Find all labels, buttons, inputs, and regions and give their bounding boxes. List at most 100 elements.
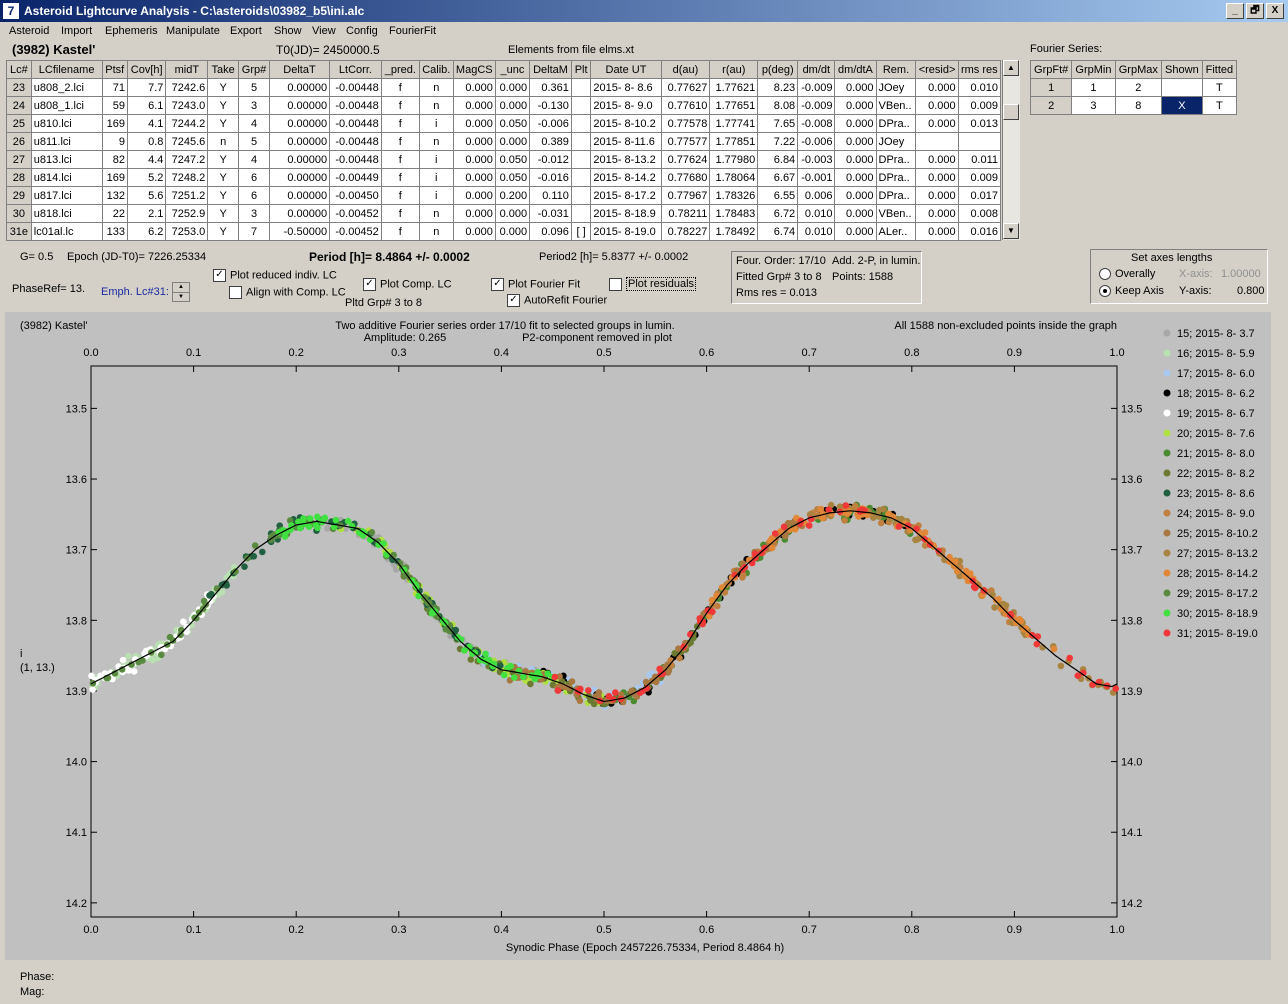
table-cell[interactable]: 4.1	[126, 114, 167, 133]
column-header[interactable]: Grp#	[238, 60, 270, 79]
table-cell[interactable]: f	[380, 186, 420, 205]
column-header[interactable]: Calib.	[418, 60, 454, 79]
table-cell[interactable]: ALer..	[875, 222, 917, 241]
table-cell[interactable]: [ ]	[570, 222, 592, 241]
table-cell[interactable]: 8.08	[757, 96, 799, 115]
table-cell[interactable]: 0.008	[957, 204, 1002, 223]
table-cell[interactable]: 0.009	[957, 96, 1002, 115]
table-cell[interactable]: 7251.2	[165, 186, 209, 205]
keep-axis-radio[interactable]: Keep Axis	[1099, 285, 1164, 298]
table-cell[interactable]: 8.23	[757, 78, 799, 97]
column-header[interactable]: Ptsf	[101, 60, 128, 79]
table-cell[interactable]: 0.00000	[268, 114, 331, 133]
scroll-down-icon[interactable]: ▼	[1003, 223, 1019, 239]
table-cell[interactable]: 5.2	[126, 168, 167, 187]
table-cell[interactable]: 6.84	[757, 150, 799, 169]
plot-fourier-checkbox[interactable]: ✓ Plot Fourier Fit	[491, 278, 580, 291]
table-cell[interactable]: n	[418, 96, 454, 115]
table-cell[interactable]: 6.72	[757, 204, 799, 223]
table-cell[interactable]: 59	[101, 96, 128, 115]
table-cell[interactable]	[570, 204, 592, 223]
table-cell[interactable]: -0.012	[529, 150, 572, 169]
fourier-row-header[interactable]: 2	[1029, 96, 1073, 115]
menu-show[interactable]: Show	[274, 25, 302, 37]
table-cell[interactable]: 0.000	[834, 222, 877, 241]
table-cell[interactable]: 7247.2	[165, 150, 209, 169]
table-cell[interactable]: Y	[207, 222, 240, 241]
table-cell[interactable]: u817.lci	[30, 186, 103, 205]
fourier-cell[interactable]: T	[1201, 96, 1238, 115]
table-cell[interactable]: Y	[207, 150, 240, 169]
table-scrollbar[interactable]: ▲ ▼	[1002, 60, 1020, 240]
row-header[interactable]: 28	[6, 168, 32, 187]
table-cell[interactable]: 2.1	[126, 204, 167, 223]
column-header[interactable]: DeltaT	[268, 60, 331, 79]
table-cell[interactable]: 7252.9	[165, 204, 209, 223]
table-cell[interactable]: 0.000	[834, 96, 877, 115]
table-cell[interactable]: 0.000	[452, 186, 496, 205]
fourier-column-header[interactable]: GrpFt#	[1029, 60, 1073, 79]
table-cell[interactable]: 0.200	[494, 186, 531, 205]
table-cell[interactable]: u808_2.lci	[30, 78, 103, 97]
column-header[interactable]: MagCS	[452, 60, 496, 79]
column-header[interactable]: LCfilename	[30, 60, 103, 79]
table-cell[interactable]: 6.1	[126, 96, 167, 115]
plot-comp-checkbox[interactable]: ✓ Plot Comp. LC	[363, 278, 452, 291]
table-cell[interactable]: 4.4	[126, 150, 167, 169]
column-header[interactable]: Lc#	[6, 60, 32, 79]
table-cell[interactable]: 0.010	[797, 222, 836, 241]
column-header[interactable]: LtCorr.	[329, 60, 382, 79]
spin-up-icon[interactable]: ▲	[173, 283, 189, 293]
table-cell[interactable]: 4	[238, 114, 270, 133]
table-cell[interactable]: 0.000	[494, 96, 531, 115]
table-cell[interactable]: 9	[101, 132, 128, 151]
table-cell[interactable]: 0.013	[957, 114, 1002, 133]
table-cell[interactable]: 0.00000	[268, 132, 331, 151]
restore-button[interactable]: 🗗	[1246, 3, 1264, 19]
column-header[interactable]: _pred.	[380, 60, 420, 79]
table-cell[interactable]: 2015- 8-11.6	[590, 132, 662, 151]
table-cell[interactable]: 5	[238, 132, 270, 151]
table-cell[interactable]: -0.00448	[329, 132, 382, 151]
table-cell[interactable]: 1.78326	[709, 186, 759, 205]
table-cell[interactable]: 0.000	[494, 222, 531, 241]
table-cell[interactable]: u813.lci	[30, 150, 103, 169]
table-cell[interactable]: VBen..	[875, 204, 917, 223]
table-cell[interactable]: 0.000	[834, 168, 877, 187]
table-cell[interactable]: 2015- 8- 9.0	[590, 96, 662, 115]
table-cell[interactable]: 6.74	[757, 222, 799, 241]
table-cell[interactable]	[570, 168, 592, 187]
table-cell[interactable]: f	[380, 150, 420, 169]
scroll-up-icon[interactable]: ▲	[1003, 60, 1019, 76]
table-cell[interactable]: 7.7	[126, 78, 167, 97]
table-cell[interactable]: 0.000	[915, 96, 959, 115]
table-cell[interactable]: 7248.2	[165, 168, 209, 187]
table-cell[interactable]: 3	[238, 96, 270, 115]
column-header[interactable]: Take	[207, 60, 240, 79]
lightcurve-table[interactable]: Lc# LCfilename Ptsf Cov[h] midT Take Grp# Delta…	[6, 60, 1002, 241]
table-cell[interactable]: 0.77967	[660, 186, 711, 205]
table-row[interactable]: 25 u810.lci 169 4.1 7244.2 Y 4 0.00000 -0.00448 f…	[6, 114, 1002, 133]
row-header[interactable]: 31e	[6, 222, 32, 241]
table-cell[interactable]: 0.361	[529, 78, 572, 97]
table-cell[interactable]: 0.000	[915, 186, 959, 205]
table-cell[interactable]: 0.006	[797, 186, 836, 205]
table-cell[interactable]: -0.00449	[329, 168, 382, 187]
spin-down-icon[interactable]: ▼	[173, 293, 189, 301]
table-cell[interactable]: 0.000	[452, 204, 496, 223]
table-cell[interactable]: 0.00000	[268, 150, 331, 169]
xaxis-value[interactable]: 1.00000	[1221, 268, 1261, 280]
table-cell[interactable]: JOey	[875, 78, 917, 97]
table-cell[interactable]	[570, 186, 592, 205]
table-cell[interactable]: f	[380, 168, 420, 187]
table-cell[interactable]: 0.009	[957, 168, 1002, 187]
table-cell[interactable]: 0.000	[452, 132, 496, 151]
row-header[interactable]: 23	[6, 78, 32, 97]
column-header[interactable]: dm/dt	[797, 60, 836, 79]
table-cell[interactable]: f	[380, 222, 420, 241]
table-cell[interactable]: i	[418, 150, 454, 169]
table-cell[interactable]: 5	[238, 78, 270, 97]
table-cell[interactable]: i	[418, 186, 454, 205]
fourier-cell[interactable]: X	[1161, 96, 1203, 115]
plot-reduced-checkbox[interactable]: ✓ Plot reduced indiv. LC	[213, 269, 337, 282]
